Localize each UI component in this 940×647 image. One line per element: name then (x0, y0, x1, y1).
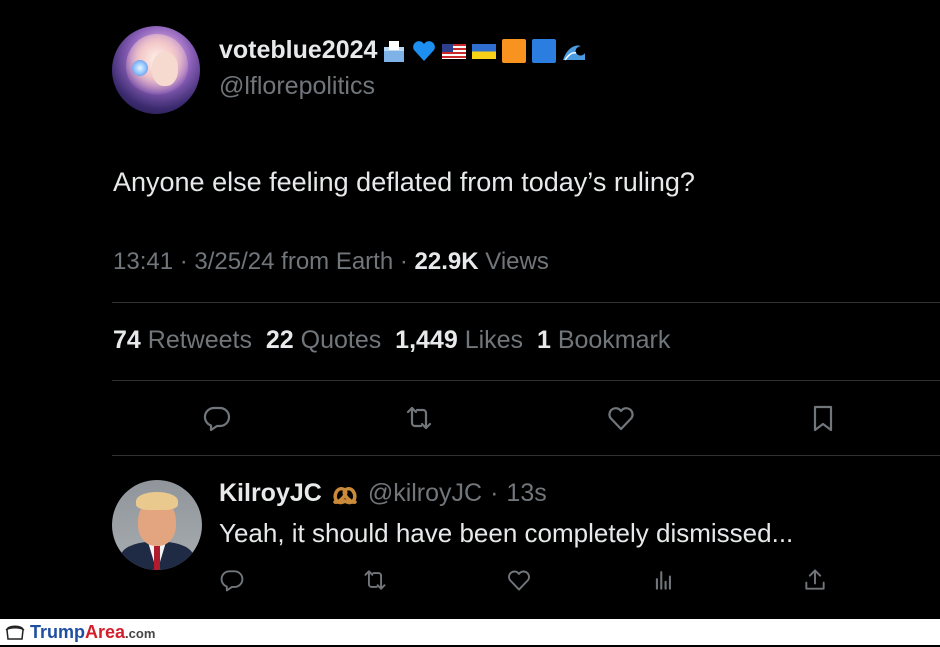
author-name-row: voteblue2024 (219, 36, 587, 65)
reply-handle[interactable]: @kilroyJC (368, 479, 482, 508)
tweet-stats: 74 Retweets 22 Quotes 1,449 Likes 1 Book… (113, 326, 670, 355)
retweet-icon[interactable] (404, 403, 434, 433)
us-flag-emoji (441, 38, 467, 64)
author-name-emojis (381, 38, 587, 64)
pretzel-emoji (330, 478, 360, 508)
views-label: Views (485, 248, 549, 275)
trumparea-logo-icon (4, 622, 26, 642)
reply-header: KilroyJC @kilroyJC · 13s (219, 478, 547, 508)
blue-square-emoji (531, 38, 557, 64)
views-icon[interactable] (650, 567, 676, 593)
divider (112, 455, 940, 456)
author-avatar[interactable] (112, 26, 200, 114)
tweet-meta: 13:41 · 3/25/24 from Earth · 22.9K Views (113, 248, 549, 275)
retweets-stat[interactable]: 74 Retweets (113, 326, 252, 354)
reply-display-name[interactable]: KilroyJC (219, 479, 322, 508)
share-icon[interactable] (802, 567, 828, 593)
reply-author-avatar[interactable] (112, 480, 202, 570)
tweet-source: from Earth (281, 248, 394, 275)
retweet-icon[interactable] (362, 567, 388, 593)
bookmark-icon[interactable] (808, 403, 838, 433)
orange-square-emoji (501, 38, 527, 64)
reply-text: Yeah, it should have been completely dis… (219, 518, 794, 548)
ukraine-flag-emoji (471, 38, 497, 64)
reply-time[interactable]: 13s (506, 479, 546, 508)
divider (112, 302, 940, 303)
like-icon[interactable] (606, 403, 636, 433)
divider (112, 380, 940, 381)
reply-icon[interactable] (219, 567, 245, 593)
tweet-date[interactable]: 3/25/24 (194, 248, 274, 275)
blue-heart-emoji (411, 38, 437, 64)
reply-icon[interactable] (202, 403, 232, 433)
like-icon[interactable] (506, 567, 532, 593)
tweet-text: Anyone else feeling deflated from today’… (113, 167, 695, 197)
watermark-footer: TrumpArea.com (0, 619, 940, 645)
author-handle[interactable]: @lflorepolitics (219, 72, 375, 101)
bookmarks-stat[interactable]: 1 Bookmark (537, 326, 670, 354)
author-display-name[interactable]: voteblue2024 (219, 36, 377, 65)
tweet-time[interactable]: 13:41 (113, 248, 173, 275)
quotes-stat[interactable]: 22 Quotes (266, 326, 381, 354)
ballot-box-emoji (381, 38, 407, 64)
views-count: 22.9K (414, 248, 479, 275)
wave-emoji (561, 38, 587, 64)
trumparea-logo-text[interactable]: TrumpArea.com (30, 622, 155, 643)
likes-stat[interactable]: 1,449 Likes (395, 326, 523, 354)
